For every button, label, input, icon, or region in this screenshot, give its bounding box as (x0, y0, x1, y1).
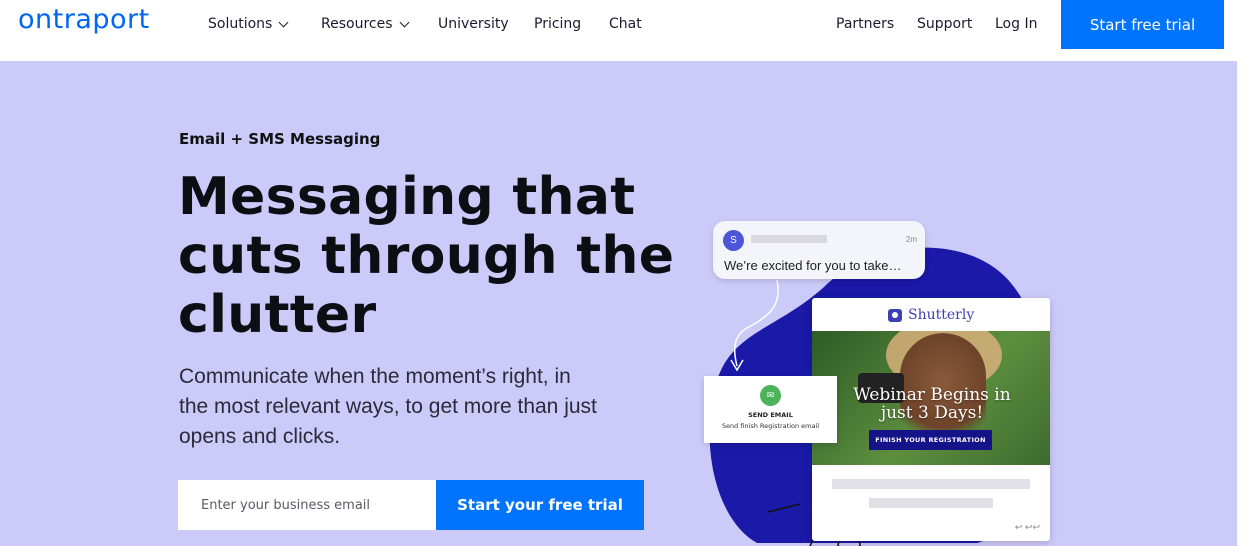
send-email-subtitle: Send finish Registration email (721, 422, 820, 430)
ontraport-logo[interactable]: ontraport (18, 4, 150, 35)
business-email-input[interactable] (178, 480, 436, 530)
chevron-down-icon (278, 17, 289, 27)
text-placeholder-line (832, 479, 1030, 489)
nav-chat[interactable]: Chat (609, 16, 642, 32)
start-your-free-trial-button[interactable]: Start your free trial (436, 480, 644, 530)
email-preview-card: Shutterly Webinar Begins in just 3 Days!… (812, 298, 1050, 541)
webinar-headline: Webinar Begins in just 3 Days! (853, 385, 1011, 423)
chevron-down-icon (399, 17, 409, 27)
nav-pricing[interactable]: Pricing (534, 16, 581, 32)
brand-name: Shutterly (908, 307, 975, 323)
hero-eyebrow: Email + SMS Messaging (179, 130, 381, 148)
top-navigation: ontraport Solutions Resources University… (0, 0, 1254, 61)
nav-support[interactable]: Support (917, 16, 972, 32)
sender-name-placeholder (751, 235, 827, 243)
hero-subhead: Communicate when the moment’s right, in … (179, 365, 597, 448)
reply-icon: ↩ ↩↩ (1014, 522, 1040, 532)
message-bubble: S 2m We’re excited for you to take… (713, 221, 925, 279)
finish-registration-button: FINISH YOUR REGISTRATION (869, 430, 992, 450)
flow-arrow (730, 279, 779, 372)
send-email-title: SEND EMAIL (748, 411, 793, 419)
nav-resources-label: Resources (321, 16, 393, 32)
nav-partners[interactable]: Partners (836, 16, 894, 32)
shutterly-brand: Shutterly (888, 307, 974, 323)
avatar: S (723, 230, 744, 251)
nav-solutions-label: Solutions (208, 16, 273, 32)
hero-headline: Messaging that cuts through the clutter (178, 167, 675, 345)
start-free-trial-button[interactable]: Start free trial (1061, 0, 1224, 49)
nav-university[interactable]: University (438, 16, 509, 32)
message-time: 2m (905, 235, 917, 244)
message-text: We’re excited for you to take… (724, 258, 902, 273)
nav-solutions[interactable]: Solutions (208, 16, 289, 32)
nav-login[interactable]: Log In (995, 16, 1037, 32)
camera-icon (888, 308, 902, 322)
nav-resources[interactable]: Resources (321, 16, 409, 32)
email-send-icon: ✉ (760, 385, 781, 406)
send-email-card: ✉ SEND EMAIL Send finish Registration em… (704, 376, 837, 443)
page-margin (1237, 61, 1254, 546)
text-placeholder-line (869, 498, 993, 508)
webinar-photo: Webinar Begins in just 3 Days! FINISH YO… (812, 331, 1050, 465)
